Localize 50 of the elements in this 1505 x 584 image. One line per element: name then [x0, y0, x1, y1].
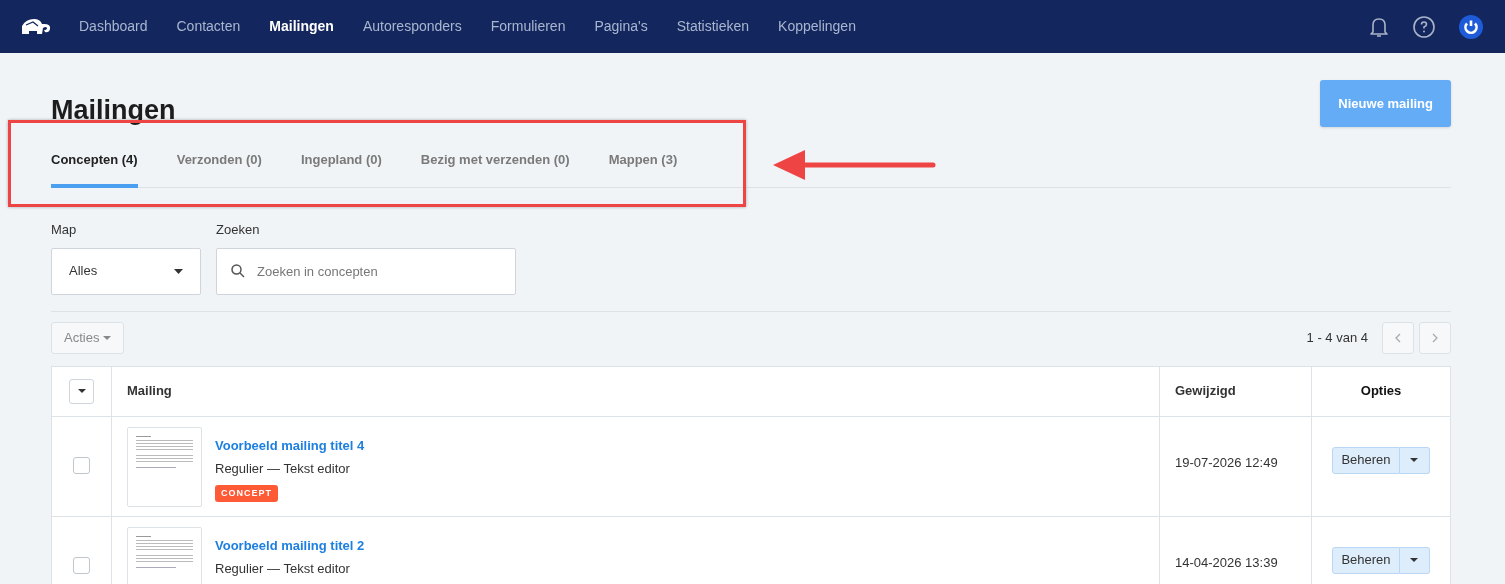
chevron-left-icon	[1395, 332, 1401, 343]
options-dropdown-button[interactable]	[1399, 446, 1430, 474]
select-all-dropdown[interactable]	[69, 378, 94, 404]
chevron-right-icon	[1432, 332, 1438, 343]
options-dropdown-button[interactable]	[1399, 546, 1430, 574]
column-header: Mailing	[127, 383, 172, 399]
caret-icon	[77, 389, 86, 393]
pagination-info: 1 - 4 van 4	[1306, 328, 1368, 347]
caret-icon	[1410, 558, 1419, 562]
elephant-logo-icon[interactable]	[20, 18, 52, 35]
nav-link[interactable]: Statistieken	[676, 16, 750, 37]
modified-date: 14-04-2026 13:39	[1175, 554, 1278, 570]
column-header: Gewijzigd	[1175, 383, 1236, 399]
mailing-type: Regulier — Tekst editor	[215, 460, 351, 478]
tab[interactable]: Ingepland (0)	[300, 149, 382, 188]
tab[interactable]: Concepten (4)	[51, 149, 138, 188]
page-title: Mailingen	[51, 94, 176, 127]
notification-bell-icon[interactable]	[1369, 15, 1389, 38]
modified-date: 19-07-2026 12:49	[1175, 454, 1278, 470]
nav-link[interactable]: Formulieren	[490, 16, 566, 37]
search-field[interactable]: Zoeken in concepten	[216, 247, 516, 295]
folder-label: Map	[51, 221, 78, 239]
row-checkbox[interactable]	[73, 556, 90, 574]
manage-button[interactable]: Beheren	[1332, 446, 1400, 474]
mailing-title-link[interactable]: Voorbeeld mailing titel 2	[215, 535, 365, 555]
search-icon	[231, 263, 245, 278]
caret-icon	[174, 268, 183, 274]
caret-icon	[103, 335, 112, 340]
folder-value: Alles	[69, 262, 98, 281]
nav-link[interactable]: Pagina's	[594, 16, 648, 37]
mailing-title-link[interactable]: Voorbeeld mailing titel 4	[215, 435, 365, 455]
nav-link[interactable]: Autoresponders	[362, 16, 462, 37]
power-avatar-icon[interactable]	[1459, 14, 1483, 39]
nav-link[interactable]: Mailingen	[269, 16, 334, 37]
folder-dropdown[interactable]: Alles	[51, 247, 201, 295]
row-checkbox[interactable]	[73, 456, 90, 474]
help-icon[interactable]	[1413, 15, 1435, 38]
column-header: Opties	[1360, 383, 1402, 399]
mailing-type: Regulier — Tekst editor	[215, 560, 351, 578]
search-label: Zoeken	[216, 221, 261, 239]
caret-icon	[1410, 458, 1419, 462]
status-tag: CONCEPT	[215, 484, 278, 502]
nav-link[interactable]: Koppelingen	[778, 16, 856, 37]
tab[interactable]: Mappen (3)	[608, 149, 678, 188]
manage-button[interactable]: Beheren	[1332, 546, 1400, 574]
tab[interactable]: Verzonden (0)	[176, 149, 262, 188]
nav-link[interactable]: Dashboard	[79, 16, 148, 37]
annotation-arrow-icon	[773, 148, 936, 182]
tab[interactable]: Bezig met verzenden (0)	[420, 149, 570, 188]
nav-link[interactable]: Contacten	[176, 16, 241, 37]
